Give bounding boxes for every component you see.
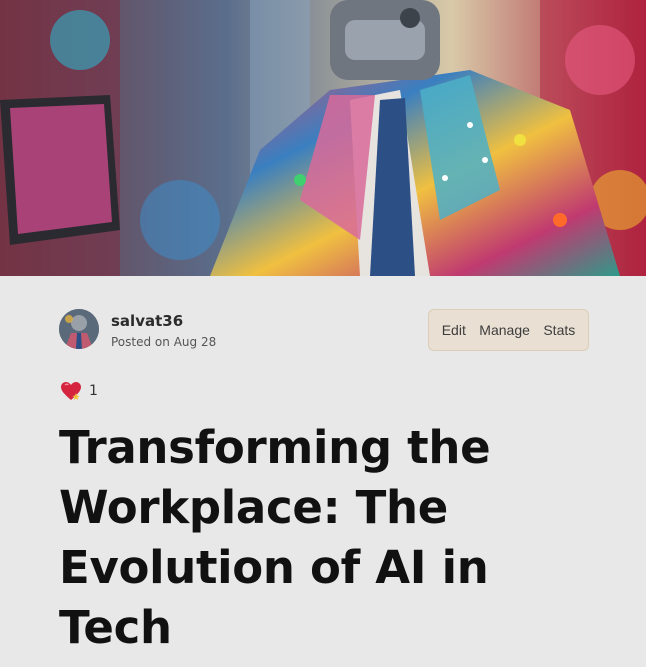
post-date[interactable]: Aug 28 bbox=[174, 335, 217, 349]
avatar[interactable] bbox=[59, 309, 99, 349]
posted-date: Posted on Aug 28 bbox=[111, 335, 216, 349]
stats-link[interactable]: Stats bbox=[543, 322, 575, 338]
author-name[interactable]: salvat36 bbox=[111, 312, 183, 330]
cover-image bbox=[0, 0, 646, 276]
robot-businessman-cover-image bbox=[0, 0, 646, 276]
sparkle-heart-icon bbox=[61, 382, 81, 400]
author-meta: salvat36 Posted on Aug 28 Edit Manage St… bbox=[59, 309, 589, 351]
manage-link[interactable]: Manage bbox=[479, 322, 530, 338]
avatar-icon bbox=[59, 309, 99, 349]
reaction-count: 1 bbox=[89, 383, 98, 399]
posted-prefix: Posted on bbox=[111, 335, 170, 349]
author-actions: Edit Manage Stats bbox=[428, 309, 589, 351]
edit-link[interactable]: Edit bbox=[442, 322, 466, 338]
article-title: Transforming the Workplace: The Evolutio… bbox=[59, 421, 491, 654]
reactions[interactable]: 1 bbox=[59, 379, 98, 403]
